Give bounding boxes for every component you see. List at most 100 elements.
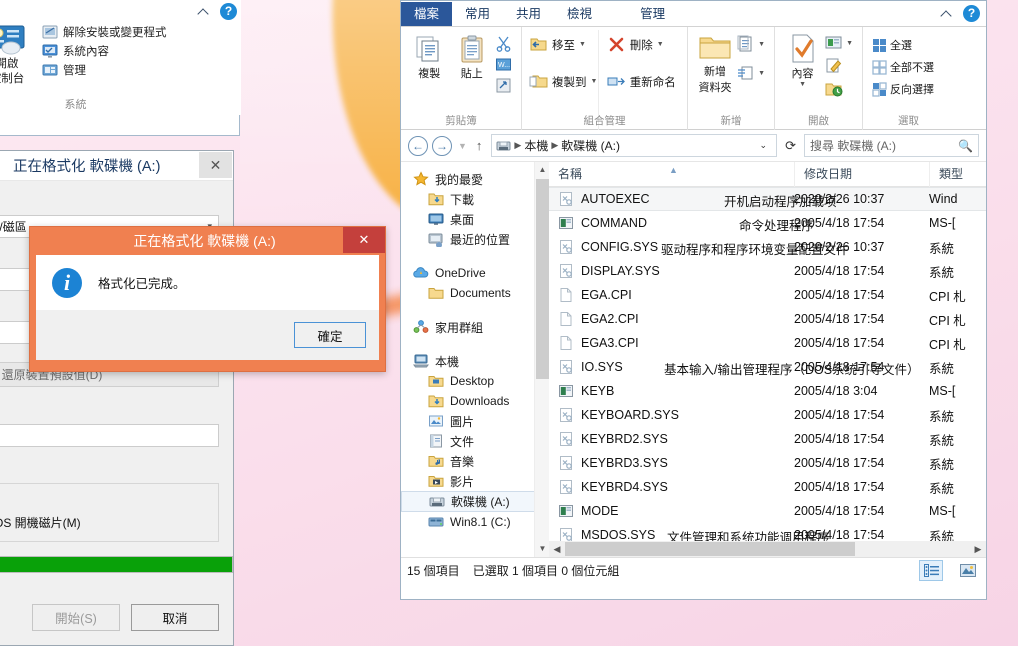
breadcrumb-item-this-pc[interactable]: 本機 — [524, 137, 548, 154]
sidebar-item-[interactable]: 最近的位置 — [401, 229, 549, 249]
sidebar-item-[interactable]: 下載 — [401, 189, 549, 209]
file-type-cell: 系統 — [929, 238, 986, 257]
help-icon[interactable]: ? — [963, 5, 980, 22]
sys-file-icon — [558, 479, 574, 495]
open-control-panel-button[interactable]: 開啟 控制台 — [0, 19, 36, 87]
copy-path-button[interactable]: W... — [493, 55, 514, 74]
chevron-up-icon[interactable] — [197, 5, 210, 18]
rename-button[interactable]: 重新命名 — [607, 72, 680, 91]
table-row[interactable]: EGA.CPI2005/4/18 17:54CPI 札 — [549, 283, 986, 307]
volume-label-input[interactable]: 启动盘 — [0, 424, 219, 447]
blank-file-icon — [558, 287, 574, 303]
system-properties-button[interactable]: 系統內容 — [42, 43, 167, 59]
format-window-buttons: 開始(S) 取消 — [32, 604, 219, 631]
close-icon[interactable]: ✕ — [343, 227, 385, 253]
breadcrumb[interactable]: ▶ 本機 ▶ 軟碟機 (A:) ⌄ — [491, 134, 777, 157]
sidebar-item-[interactable]: 音樂 — [401, 451, 549, 471]
table-row[interactable]: KEYBRD2.SYS2005/4/18 17:54系統 — [549, 427, 986, 451]
tab-file[interactable]: 檔案 — [401, 2, 452, 26]
help-icon[interactable]: ? — [220, 3, 237, 20]
table-row[interactable]: KEYB2005/4/18 3:04MS-[ — [549, 379, 986, 403]
table-row[interactable]: EGA3.CPI2005/4/18 17:54CPI 札 — [549, 331, 986, 355]
ribbon-group-system: 開啟 控制台 解除安裝或變更程式 — [0, 19, 181, 115]
sidebar-item-[interactable]: 桌面 — [401, 209, 549, 229]
history-button[interactable] — [823, 80, 855, 98]
chevron-down-icon[interactable]: ⌄ — [755, 140, 773, 151]
manage-button[interactable]: 管理 — [42, 62, 167, 78]
uninstall-program-button[interactable]: 解除安裝或變更程式 — [42, 24, 167, 40]
large-icons-view-icon[interactable] — [956, 560, 980, 581]
properties-label: 內容 — [792, 68, 814, 81]
scroll-right-icon[interactable]: ▶ — [970, 544, 986, 555]
ok-button[interactable]: 確定 — [294, 322, 366, 348]
quick-format-checkbox[interactable]: 快速格式化(Q) — [0, 494, 210, 511]
sidebar-item-[interactable]: 文件 — [401, 431, 549, 451]
recent-locations-icon[interactable]: ▼ — [456, 141, 469, 151]
table-row[interactable]: KEYBRD3.SYS2005/4/18 17:54系統 — [549, 451, 986, 475]
chevron-up-icon[interactable] — [940, 7, 953, 20]
navigation-scrollbar[interactable]: ▲ ▼ — [534, 162, 549, 557]
scroll-down-icon[interactable]: ▼ — [535, 541, 549, 557]
table-row[interactable]: DISPLAY.SYS2005/4/18 17:54系統 — [549, 259, 986, 283]
edit-button[interactable] — [823, 57, 855, 75]
table-row[interactable]: COMMAND2005/4/18 17:54MS-[ — [549, 211, 986, 235]
table-row[interactable]: KEYBRD4.SYS2005/4/18 17:54系統 — [549, 475, 986, 499]
table-row[interactable]: CONFIG.SYS2020/2/26 10:37系統 — [549, 235, 986, 259]
delete-button[interactable]: 刪除 ▼ — [607, 35, 680, 54]
table-row[interactable]: EGA2.CPI2005/4/18 17:54CPI 札 — [549, 307, 986, 331]
videos-icon — [428, 473, 444, 489]
sidebar-item-[interactable]: 我的最愛 — [401, 169, 549, 189]
file-list-horizontal-scrollbar[interactable]: ◀ ▶ — [549, 541, 986, 557]
sidebar-item-desktop[interactable]: Desktop — [401, 371, 549, 391]
file-type-cell: 系統 — [929, 358, 986, 377]
scrollbar-thumb[interactable] — [565, 542, 855, 556]
sidebar-item-[interactable]: 影片 — [401, 471, 549, 491]
file-type-cell: Wind — [929, 192, 986, 206]
move-to-button[interactable]: 移至 ▼ — [529, 35, 598, 54]
back-arrow-icon[interactable]: ← — [408, 136, 428, 156]
sidebar-item-[interactable]: 圖片 — [401, 411, 549, 431]
file-name-cell: EGA.CPI — [549, 287, 794, 303]
up-arrow-icon[interactable]: ↑ — [473, 138, 488, 153]
table-row[interactable]: IO.SYS2005/4/18 17:54系統 — [549, 355, 986, 379]
sidebar-item-a[interactable]: 軟碟機 (A:) — [401, 491, 549, 512]
scroll-up-icon[interactable]: ▲ — [535, 162, 549, 178]
sidebar-item-onedrive[interactable]: OneDrive — [401, 263, 549, 283]
easy-access-button[interactable]: ▼ — [735, 63, 767, 83]
sidebar-item-win8-1-c[interactable]: Win8.1 (C:) — [401, 512, 549, 532]
forward-arrow-icon[interactable]: → — [432, 136, 452, 156]
start-button[interactable]: 開始(S) — [32, 604, 120, 631]
refresh-icon[interactable]: ⟳ — [781, 138, 800, 154]
table-row[interactable]: MODE2005/4/18 17:54MS-[ — [549, 499, 986, 523]
select-none-button[interactable]: 全部不選 — [870, 58, 936, 76]
search-icon: 🔍 — [958, 139, 973, 153]
select-all-button[interactable]: 全選 — [870, 36, 936, 54]
cut-button[interactable] — [493, 34, 514, 53]
table-row[interactable]: KEYBOARD.SYS2005/4/18 17:54系統 — [549, 403, 986, 427]
sidebar-item-[interactable]: 家用群組 — [401, 317, 549, 337]
tab-share[interactable]: 共用 — [503, 2, 554, 26]
sidebar-item-downloads[interactable]: Downloads — [401, 391, 549, 411]
tab-home[interactable]: 常用 — [452, 2, 503, 26]
sidebar-item-label: 圖片 — [450, 413, 474, 430]
tab-manage[interactable]: 管理 — [627, 2, 678, 26]
table-row[interactable]: AUTOEXEC2020/2/26 10:37Wind — [549, 187, 986, 211]
scrollbar-thumb[interactable] — [536, 179, 549, 379]
details-view-icon[interactable] — [919, 560, 943, 581]
create-msdos-disk-checkbox[interactable]: 建立一個 MS-DOS 開機磁片(M) — [0, 514, 210, 531]
column-header-date[interactable]: 修改日期 — [794, 162, 929, 187]
invert-selection-button[interactable]: 反向選擇 — [870, 80, 936, 98]
cancel-button[interactable]: 取消 — [131, 604, 219, 631]
search-input[interactable]: 搜尋 軟碟機 (A:) 🔍 — [804, 134, 979, 157]
new-item-button[interactable]: ▼ — [735, 34, 767, 54]
open-with-button[interactable]: ▼ — [823, 34, 855, 52]
sidebar-item-[interactable]: 本機 — [401, 351, 549, 371]
paste-shortcut-button[interactable] — [493, 76, 514, 95]
copy-to-button[interactable]: 複製到 ▼ — [529, 72, 598, 91]
scroll-left-icon[interactable]: ◀ — [549, 544, 565, 555]
column-header-type[interactable]: 類型 — [929, 162, 986, 187]
sidebar-item-documents[interactable]: Documents — [401, 283, 549, 303]
tab-view[interactable]: 檢視 — [554, 2, 605, 26]
close-icon[interactable]: ✕ — [199, 152, 232, 178]
breadcrumb-item-floppy[interactable]: 軟碟機 (A:) — [561, 137, 620, 154]
